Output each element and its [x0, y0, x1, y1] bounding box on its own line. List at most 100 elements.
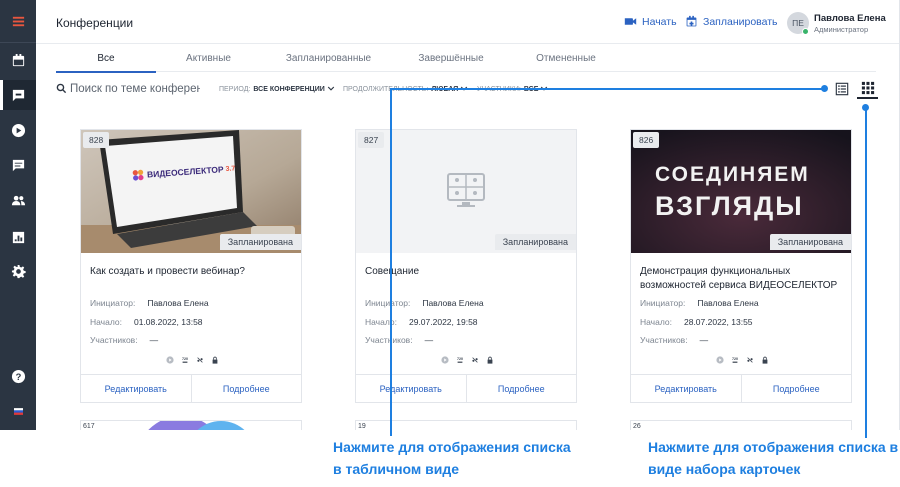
participants-row: Участников: —: [365, 335, 433, 345]
search-input[interactable]: [70, 80, 200, 98]
lock-icon: [487, 356, 493, 364]
sidebar-item-recordings[interactable]: [0, 115, 36, 145]
menu-icon: [12, 16, 24, 26]
tab-cancelled[interactable]: Отмененные: [506, 44, 626, 72]
flag-icon: [13, 407, 23, 415]
play-icon: [11, 123, 25, 137]
sidebar-item-calendar[interactable]: [0, 45, 36, 75]
hd-icon: 720: [182, 357, 188, 363]
schedule-conference-button[interactable]: Запланировать: [685, 15, 778, 28]
card-actions: Редактировать Подробнее: [356, 374, 576, 403]
chat-icon: [12, 159, 24, 171]
no-link-icon: [197, 357, 203, 363]
svg-text:720: 720: [732, 357, 738, 361]
card-actions: Редактировать Подробнее: [631, 374, 851, 403]
tab-scheduled[interactable]: Запланированные: [261, 44, 396, 72]
conference-thumbnail[interactable]: 827 Запланирована: [356, 130, 576, 253]
grid-view-icon[interactable]: [861, 81, 875, 95]
sidebar: ?: [0, 0, 36, 430]
lock-icon: [762, 356, 768, 364]
conference-card-partial[interactable]: 617: [80, 420, 302, 430]
conference-card-partial[interactable]: 19: [355, 420, 577, 430]
participants-row: Участников: —: [640, 335, 708, 345]
start-row: Начало: 01.08.2022, 13:58: [90, 317, 203, 327]
tab-all[interactable]: Все: [56, 44, 156, 73]
svg-text:720: 720: [182, 357, 188, 361]
sidebar-item-chat[interactable]: [0, 150, 36, 180]
hd-icon: 720: [457, 357, 463, 363]
screen: ? Конференции Начать Запланировать ПЕ Па…: [0, 0, 900, 487]
initiator-value: Павлова Елена: [697, 298, 759, 308]
recording-icon: [166, 356, 174, 364]
initiator-value: Павлова Елена: [422, 298, 484, 308]
conference-thumbnail[interactable]: ВИДЕОСЕЛЕКТОР 3.7 828 Запланирована: [81, 130, 301, 253]
participants-value: —: [699, 335, 709, 345]
edit-button[interactable]: Редактировать: [356, 375, 466, 403]
list-view-icon[interactable]: [835, 82, 849, 96]
conference-title[interactable]: Демонстрация функциональных возможностей…: [640, 265, 840, 293]
partial-thumbnail: [148, 421, 245, 430]
callout-cards-dot: [862, 104, 869, 111]
banner-line-1: СОЕДИНЯЕМ: [655, 163, 810, 186]
start-label: Начало:: [365, 317, 397, 327]
status-badge: Запланирована: [769, 234, 851, 250]
help-button[interactable]: ?: [0, 361, 36, 391]
participants-label: Участников:: [365, 335, 413, 345]
calendar-plus-icon: [686, 15, 697, 27]
conference-card: ВИДЕОСЕЛЕКТОР 3.7 828 Запланирована Как …: [80, 129, 302, 403]
callout-table-dot: [821, 85, 828, 92]
callout-table-line-vertical: [390, 88, 392, 436]
callout-cards-line: [865, 108, 867, 438]
start-row: Начало: 28.07.2022, 13:55: [640, 317, 753, 327]
sidebar-item-conferences[interactable]: [0, 80, 36, 110]
start-conference-button[interactable]: Начать: [624, 15, 677, 28]
participants-value: —: [149, 335, 159, 345]
details-button[interactable]: Подробнее: [190, 375, 302, 403]
brand-logo-icon: [132, 169, 144, 181]
conference-id-badge: 617: [83, 423, 95, 430]
online-status-indicator: [802, 28, 809, 35]
conference-thumbnail[interactable]: СОЕДИНЯЕМ ВЗГЛЯДЫ 826 Запланирована: [631, 130, 851, 253]
feature-icons: 720: [441, 355, 501, 365]
sidebar-item-statistics[interactable]: [0, 222, 36, 252]
page-title: Конференции: [56, 16, 134, 30]
tab-finished[interactable]: Завершённые: [396, 44, 506, 72]
callout-table-view-text: Нажмите для отображения списка в табличн…: [333, 439, 571, 477]
schedule-label: Запланировать: [703, 15, 778, 28]
sidebar-item-settings[interactable]: [0, 256, 36, 286]
user-name[interactable]: Павлова Елена: [814, 13, 886, 24]
start-value: 28.07.2022, 13:55: [683, 317, 753, 327]
period-filter[interactable]: ПЕРИОД: ВСЕ КОНФЕРЕНЦИИ: [219, 85, 335, 93]
search-icon: [56, 83, 67, 94]
svg-text:720: 720: [457, 357, 463, 361]
period-filter-label: ПЕРИОД:: [219, 85, 251, 93]
initiator-label: Инициатор:: [640, 298, 686, 308]
calendar-icon: [12, 53, 24, 66]
status-tabs: Все Активные Запланированные Завершённые…: [56, 44, 876, 73]
start-label: Начало:: [90, 317, 122, 327]
initiator-row: Инициатор: Павлова Елена: [640, 298, 759, 308]
initiator-label: Инициатор:: [365, 298, 411, 308]
tab-active[interactable]: Активные: [156, 44, 261, 72]
participants-row: Участников: —: [90, 335, 158, 345]
settings-icon: [11, 264, 26, 278]
details-button[interactable]: Подробнее: [465, 375, 577, 403]
conference-card-partial[interactable]: 26: [630, 420, 852, 430]
edit-button[interactable]: Редактировать: [81, 375, 191, 403]
language-button[interactable]: [0, 396, 36, 426]
initiator-value: Павлова Елена: [147, 298, 209, 308]
conference-id-badge: 828: [83, 132, 110, 148]
menu-button[interactable]: [0, 6, 36, 36]
sidebar-item-users[interactable]: [0, 185, 36, 215]
conference-title[interactable]: Как создать и провести вебинар?: [90, 265, 290, 279]
conference-card: СОЕДИНЯЕМ ВЗГЛЯДЫ 826 Запланирована Демо…: [630, 129, 852, 403]
details-button[interactable]: Подробнее: [740, 375, 852, 403]
recording-icon: [716, 356, 724, 364]
conference-title[interactable]: Совещание: [365, 265, 565, 279]
edit-button[interactable]: Редактировать: [631, 375, 741, 403]
feature-icons: 720: [716, 355, 776, 365]
video-conference-placeholder-icon: [447, 173, 485, 207]
svg-text:?: ?: [15, 371, 21, 381]
stats-icon: [12, 231, 24, 243]
help-icon: ?: [11, 369, 25, 383]
